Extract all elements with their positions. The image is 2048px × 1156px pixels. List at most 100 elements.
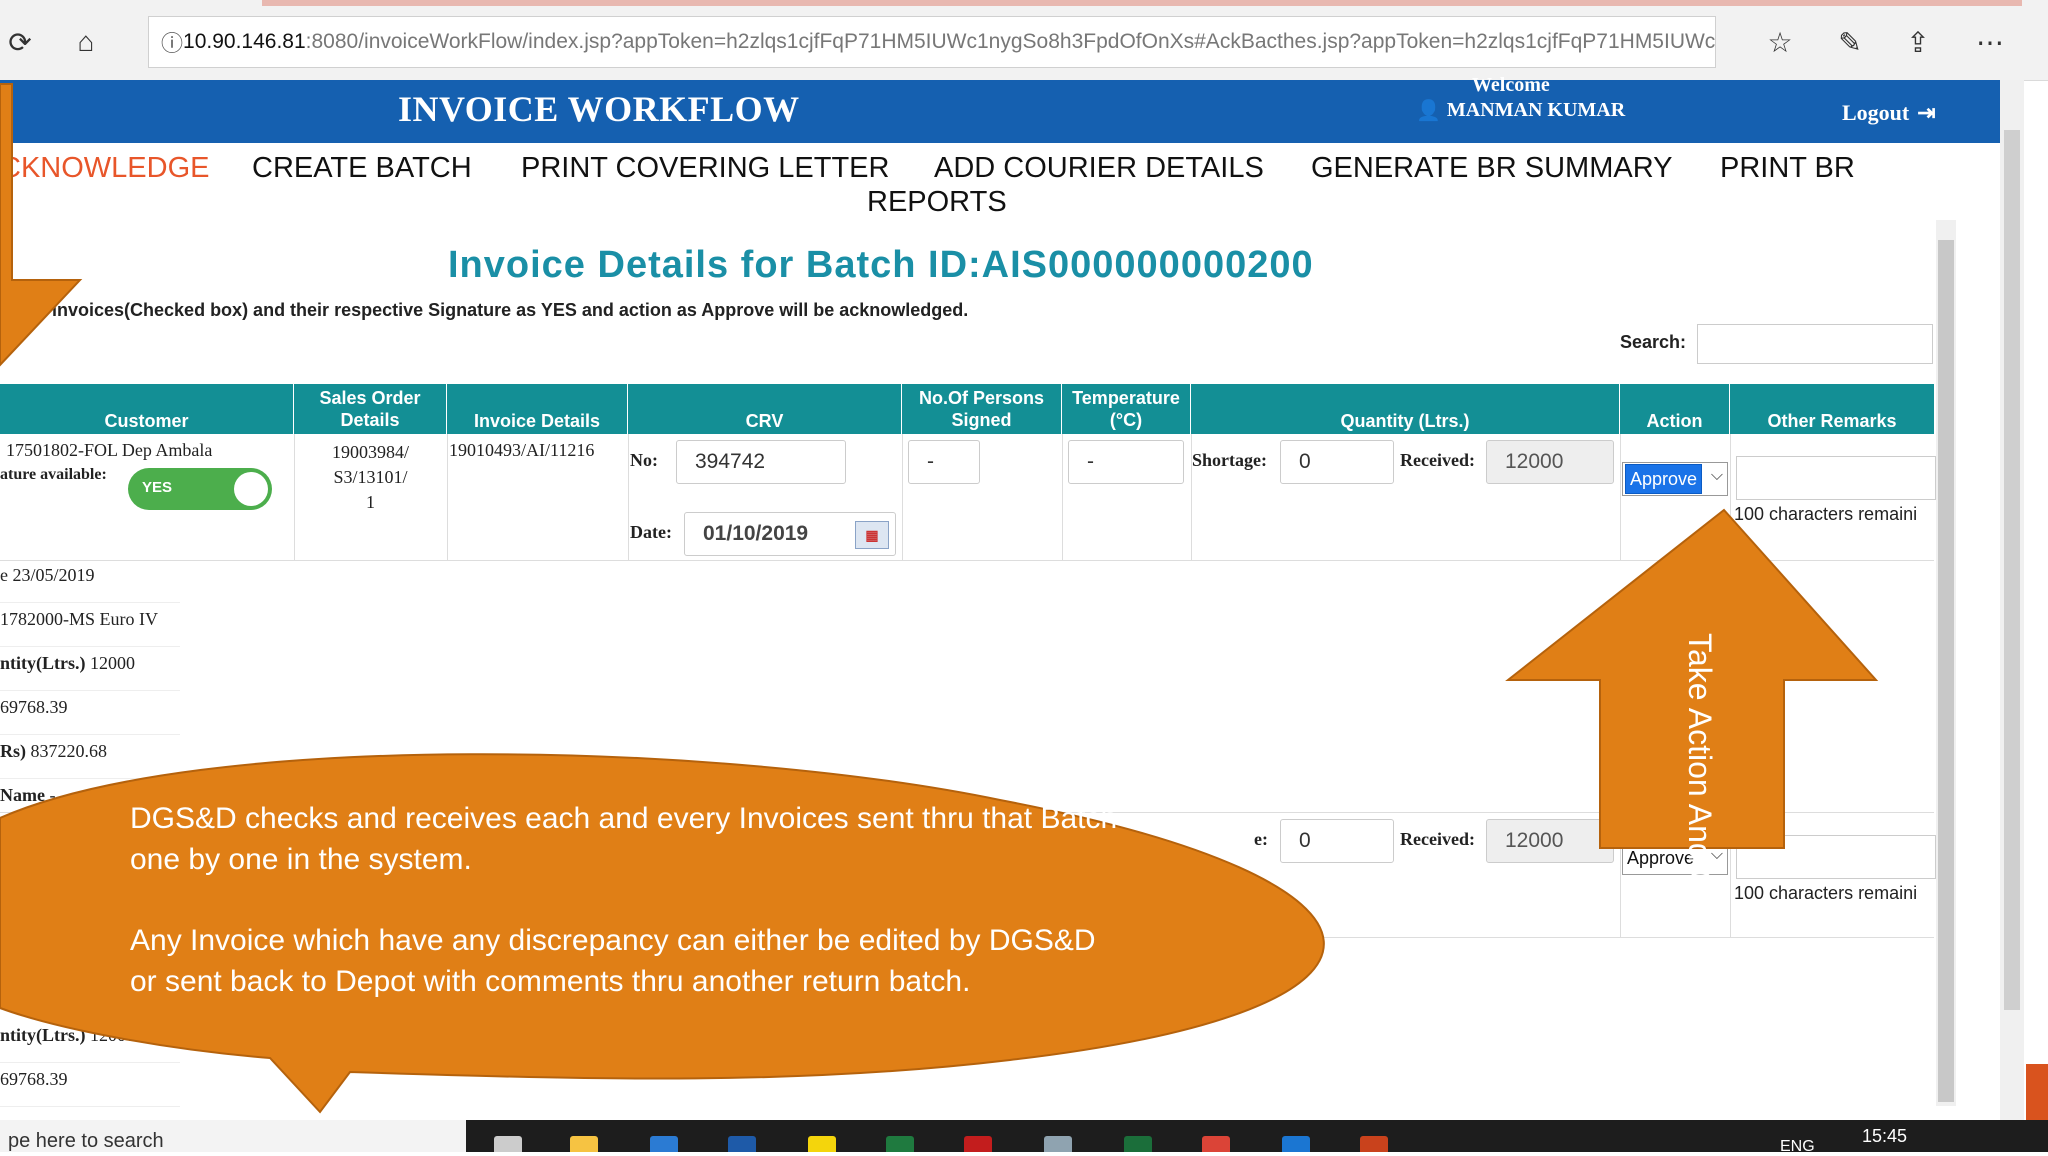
column-divider: [1730, 813, 1731, 937]
column-divider: [447, 434, 448, 560]
info-icon[interactable]: ⓘ: [161, 26, 183, 58]
detail-value: 69768.39: [0, 697, 68, 717]
language-indicator[interactable]: ENG: [1780, 1138, 1815, 1156]
detail-prefix: ntity(Ltrs.): [0, 653, 90, 673]
crv-number-input[interactable]: 394742: [676, 440, 846, 484]
column-divider: [902, 434, 903, 560]
nav-print-br[interactable]: PRINT BR: [1720, 152, 1855, 185]
nav-print-covering-letter[interactable]: PRINT COVERING LETTER: [521, 152, 889, 185]
detail-line: 69768.39: [0, 1064, 180, 1107]
browser-icon[interactable]: [1282, 1136, 1310, 1152]
detail-line: e 23/05/2019: [0, 560, 180, 603]
nav-add-courier-details[interactable]: ADD COURIER DETAILS: [934, 152, 1264, 185]
project-icon[interactable]: [1124, 1136, 1152, 1152]
app-header: INVOICE WORKFLOW Welcome 👤 MANMAN KUMAR …: [0, 74, 2000, 143]
column-divider: [1062, 434, 1063, 560]
acrobat-icon[interactable]: [964, 1136, 992, 1152]
callout-text: DGS&D checks and receives each and every…: [130, 798, 1130, 1002]
shortage-label: e:: [1254, 829, 1268, 849]
app-title: INVOICE WORKFLOW: [398, 89, 800, 129]
app-icon[interactable]: [1044, 1136, 1072, 1152]
sales-order-line: S3/13101/: [333, 467, 408, 487]
detail-value: 12000: [89, 1025, 135, 1045]
clock[interactable]: 15:45: [1862, 1126, 1907, 1147]
detail-value: 23/05/2019: [12, 565, 95, 585]
table-header: Customer Sales Order Details Invoice Det…: [0, 384, 1934, 434]
temperature-input[interactable]: -: [1068, 440, 1184, 484]
crv-no-label: No:: [630, 450, 658, 470]
column-divider: [1620, 813, 1621, 937]
detail-prefix: e: [0, 565, 13, 585]
received-label: Received:: [1400, 450, 1475, 470]
nav-acknowledge[interactable]: CKNOWLEDGE: [0, 152, 209, 185]
invoice-number: 19010493/AI/11216: [449, 440, 595, 460]
detail-line: ntity(Ltrs.) 12000: [0, 648, 180, 691]
more-icon[interactable]: ⋯: [1970, 22, 2010, 62]
url-host: 10.90.146.81: [183, 30, 306, 53]
logout-label: Logout: [1842, 100, 1910, 125]
user-icon: 👤: [1416, 100, 1441, 122]
action-select[interactable]: Approve ⌵: [1622, 462, 1728, 496]
window-accent-bar: [262, 0, 2022, 6]
chars-remaining: 100 characters remaini: [1734, 883, 1918, 903]
edge-icon[interactable]: [650, 1136, 678, 1152]
share-icon[interactable]: ⇪: [1898, 22, 1938, 62]
shortage-input[interactable]: 0: [1280, 819, 1394, 863]
page-title: Invoice Details for Batch ID:AIS00000000…: [448, 244, 1314, 286]
outlook-icon[interactable]: [728, 1136, 756, 1152]
detail-value: 837220.68: [30, 741, 108, 761]
detail-prefix: ntity(Ltrs.): [0, 1025, 90, 1045]
pen-icon[interactable]: ✎: [1830, 22, 1870, 62]
address-bar[interactable]: ⓘ 10.90.146.81:8080/invoiceWorkFlow/inde…: [148, 16, 1716, 68]
taskbar-search[interactable]: pe here to search: [0, 1120, 466, 1152]
column-divider: [1730, 434, 1731, 560]
signature-label: ature available:: [0, 466, 107, 483]
received-label: Received:: [1400, 829, 1475, 849]
detail-line: 1782000-MS Euro IV: [0, 604, 180, 647]
column-header-sales-order: Sales Order Details: [294, 384, 447, 434]
column-header-customer: Customer: [0, 384, 294, 434]
signature-toggle-label: YES: [142, 479, 173, 496]
nav-generate-br-summary[interactable]: GENERATE BR SUMMARY: [1311, 152, 1672, 185]
column-header-other-remarks: Other Remarks: [1767, 411, 1897, 431]
powerpoint-icon[interactable]: [1360, 1136, 1388, 1152]
callout-line: Any Invoice which have any discrepancy c…: [130, 924, 1096, 998]
favorites-icon[interactable]: ☆: [1760, 22, 1800, 62]
search-input[interactable]: [1697, 324, 1933, 364]
arrow-annotation: Take Action And Give remarks: [1620, 630, 1760, 1060]
welcome-text: Welcome: [1472, 74, 1550, 96]
column-divider: [1620, 434, 1621, 560]
file-explorer-icon[interactable]: [570, 1136, 598, 1152]
task-view-icon[interactable]: [494, 1136, 522, 1152]
chrome-icon[interactable]: [1202, 1136, 1230, 1152]
excel-icon[interactable]: [886, 1136, 914, 1152]
refresh-icon[interactable]: ⟳: [0, 22, 40, 62]
detail-value: 1782000-MS Euro IV: [0, 609, 158, 629]
table-row: 17501802-FOL Dep Ambala ature available:…: [0, 434, 1936, 561]
calendar-icon[interactable]: ▦: [855, 521, 889, 549]
column-header-invoice-details: Invoice Details: [447, 384, 628, 434]
signature-toggle[interactable]: YES: [128, 468, 272, 510]
sticky-notes-icon[interactable]: [808, 1136, 836, 1152]
received-input: 12000: [1486, 440, 1614, 484]
customer-name: 17501802-FOL Dep Ambala: [6, 440, 213, 460]
remarks-input[interactable]: [1736, 456, 1936, 500]
persons-signed-input[interactable]: -: [908, 440, 980, 484]
logout-link[interactable]: Logout ⇥: [1842, 100, 1936, 126]
nav-create-batch[interactable]: CREATE BATCH: [252, 152, 472, 185]
table-scrollbar-thumb[interactable]: [1938, 240, 1954, 1102]
nav-reports[interactable]: REPORTS: [867, 186, 1007, 219]
remarks-input[interactable]: [1736, 835, 1936, 879]
crv-date-value: 01/10/2019: [703, 522, 809, 545]
home-icon[interactable]: ⌂: [66, 22, 106, 62]
detail-line: ntity(Ltrs.) 12000: [0, 1020, 180, 1063]
column-header-action: Action: [1620, 384, 1730, 434]
shortage-input[interactable]: 0: [1280, 440, 1394, 484]
detail-line: Rs) 837220.68: [0, 736, 180, 779]
detail-value: 12000: [89, 653, 135, 673]
page-scrollbar-thumb[interactable]: [2004, 130, 2020, 1010]
column-header-crv: CRV: [628, 384, 902, 434]
user-name: 👤 MANMAN KUMAR: [1416, 98, 1625, 123]
crv-date-input[interactable]: 01/10/2019 ▦: [684, 512, 896, 556]
logout-icon: ⇥: [1917, 100, 1936, 125]
